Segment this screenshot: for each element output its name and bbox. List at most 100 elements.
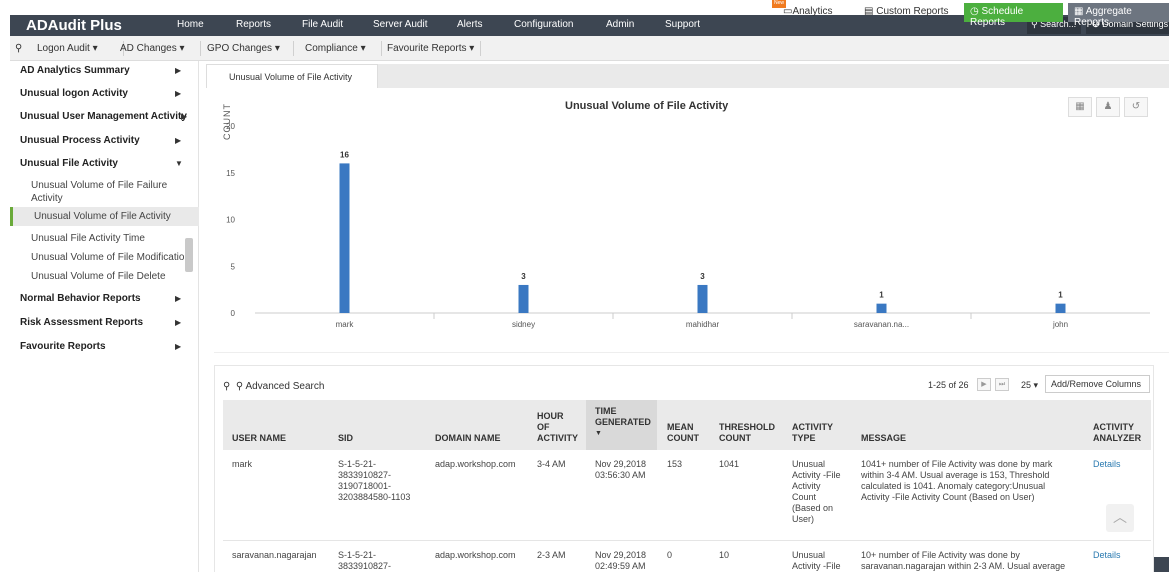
cell-hour: 3-4 AM bbox=[537, 459, 566, 469]
results-table: ⚲ ⚲ Advanced Search 1-25 of 26 ▶ ⏭ 25 ▾ … bbox=[214, 365, 1154, 572]
cell-threshold: 1041 bbox=[719, 459, 740, 469]
nav-server-audit[interactable]: Server Audit bbox=[373, 19, 427, 30]
analytics-button[interactable]: ▭Analytics bbox=[777, 3, 838, 22]
add-to-dashboard-icon[interactable]: ▦ bbox=[1068, 97, 1092, 117]
aggregate-icon: ▦ bbox=[1074, 6, 1084, 17]
sidebar-unusual-user-management[interactable]: Unusual User Management Activity bbox=[20, 111, 190, 122]
sidebar-item-file-delete[interactable]: Unusual Volume of File Delete bbox=[31, 270, 191, 283]
bar bbox=[1055, 303, 1066, 313]
cell-message: 10+ number of File Activity was done by s… bbox=[861, 550, 1066, 571]
pagination-info: 1-25 of 26 bbox=[928, 380, 969, 390]
schedule-reports-button[interactable]: ◷ Schedule Reports bbox=[964, 3, 1063, 28]
next-page-icon[interactable]: ▶ bbox=[977, 378, 991, 391]
sidebar-ad-analytics-summary[interactable]: AD Analytics Summary bbox=[20, 65, 190, 76]
col-message[interactable]: MESSAGE bbox=[861, 433, 906, 444]
data-label: 1 bbox=[1058, 291, 1063, 300]
cell-mean: 0 bbox=[667, 550, 673, 560]
user-chart-icon[interactable]: ♟ bbox=[1096, 97, 1120, 117]
sidebar-item-file-activity-time[interactable]: Unusual File Activity Time bbox=[31, 232, 191, 245]
chevron-right-icon: ▶ bbox=[181, 112, 188, 121]
cell-domain: adap.workshop.com bbox=[435, 550, 516, 560]
cell-time: Nov 29,2018 02:49:59 AM bbox=[595, 550, 647, 571]
x-tick-label: mark bbox=[336, 320, 355, 329]
sidebar-collapse-handle[interactable] bbox=[185, 238, 193, 272]
advanced-search-icon: ⚲ bbox=[235, 381, 244, 392]
corner-widget[interactable] bbox=[1154, 557, 1169, 572]
bar-chart: 0 5 10 15 20 16 mark 3 sidney 3 mahidhar 1 saravanan… bbox=[226, 122, 1150, 329]
nav-alerts[interactable]: Alerts bbox=[457, 19, 483, 30]
cell-time: Nov 29,2018 03:56:30 AM bbox=[595, 459, 647, 480]
sidebar-item-file-modification[interactable]: Unusual Volume of File Modification bbox=[31, 251, 191, 264]
nav-file-audit[interactable]: File Audit bbox=[302, 19, 343, 30]
sidebar-unusual-process-activity[interactable]: Unusual Process Activity bbox=[20, 135, 190, 146]
y-tick-label: 10 bbox=[226, 216, 235, 225]
subnav-favourite-reports[interactable]: Favourite Reports ▾ bbox=[387, 43, 474, 54]
sub-navbar: ⚲ Logon Audit ▾ AD Changes ▾ GPO Changes… bbox=[10, 36, 1169, 61]
y-tick-label: 15 bbox=[226, 169, 235, 178]
custom-reports-button[interactable]: ▤ Custom Reports bbox=[858, 3, 954, 22]
sidebar-unusual-logon-activity[interactable]: Unusual logon Activity bbox=[20, 88, 190, 99]
advanced-search[interactable]: ⚲ ⚲ Advanced Search bbox=[223, 381, 324, 392]
add-remove-columns-button[interactable]: Add/Remove Columns bbox=[1045, 375, 1150, 393]
sidebar-risk-assessment-reports[interactable]: Risk Assessment Reports bbox=[20, 317, 190, 328]
scroll-to-top-button[interactable]: ︿ bbox=[1106, 504, 1134, 532]
x-tick-label: john bbox=[1052, 320, 1068, 329]
quick-search-icon[interactable]: ⚲ bbox=[15, 43, 22, 54]
last-page-icon[interactable]: ⏭ bbox=[995, 378, 1009, 391]
per-page-select[interactable]: 25 ▾ bbox=[1021, 380, 1038, 391]
subnav-gpo-changes[interactable]: GPO Changes ▾ bbox=[207, 43, 280, 54]
col-hour-of-activity[interactable]: HOUR OF ACTIVITY bbox=[537, 411, 578, 444]
table-header: USER NAME SID DOMAIN NAME HOUR OF ACTIVITY… bbox=[223, 400, 1151, 450]
cell-user: saravanan.nagarajan bbox=[232, 550, 317, 560]
y-tick-label: 0 bbox=[231, 309, 236, 318]
chevron-right-icon: ▶ bbox=[175, 89, 182, 98]
data-label: 3 bbox=[700, 272, 705, 281]
col-user-name[interactable]: USER NAME bbox=[232, 433, 286, 444]
details-link[interactable]: Details bbox=[1093, 459, 1121, 470]
sidebar: AD Analytics Summary ▶ Unusual logon Act… bbox=[10, 61, 199, 572]
col-threshold-count[interactable]: THRESHOLD COUNT bbox=[719, 422, 775, 444]
tab-unusual-volume-file-activity[interactable]: Unusual Volume of File Activity bbox=[206, 64, 378, 88]
nav-configuration[interactable]: Configuration bbox=[514, 19, 573, 30]
col-mean-count[interactable]: MEAN COUNT bbox=[667, 422, 699, 444]
sidebar-normal-behavior-reports[interactable]: Normal Behavior Reports bbox=[20, 293, 190, 304]
sidebar-favourite-reports[interactable]: Favourite Reports bbox=[20, 341, 190, 352]
cell-activity-type: Unusual Activity -File bbox=[792, 550, 841, 571]
search-icon[interactable]: ⚲ bbox=[223, 381, 230, 392]
x-tick-label: sidney bbox=[512, 320, 535, 329]
chart-title: Unusual Volume of File Activity bbox=[565, 100, 729, 112]
nav-home[interactable]: Home bbox=[177, 19, 204, 30]
bar bbox=[697, 284, 708, 313]
col-time-generated[interactable]: TIME GENERATED ▼ bbox=[586, 400, 657, 450]
cell-threshold: 10 bbox=[719, 550, 730, 560]
y-tick-label: 20 bbox=[226, 122, 235, 131]
aggregate-reports-button[interactable]: ▦ Aggregate Reports bbox=[1068, 3, 1169, 28]
details-link[interactable]: Details bbox=[1093, 550, 1121, 561]
x-tick-label: mahidhar bbox=[686, 320, 720, 329]
sidebar-item-file-failure[interactable]: Unusual Volume of File Failure Activity bbox=[31, 179, 191, 205]
cell-message: 1041+ number of File Activity was done b… bbox=[861, 459, 1053, 502]
subnav-ad-changes[interactable]: AD Changes ▾ bbox=[120, 43, 185, 54]
chevron-right-icon: ▶ bbox=[175, 318, 182, 327]
sidebar-item-file-activity[interactable]: Unusual Volume of File Activity bbox=[10, 207, 199, 226]
chart-type-icon[interactable]: ↺ bbox=[1124, 97, 1148, 117]
nav-support[interactable]: Support bbox=[665, 19, 700, 30]
x-tick-label: saravanan.na... bbox=[854, 320, 909, 329]
subnav-logon-audit[interactable]: Logon Audit ▾ bbox=[37, 43, 98, 54]
col-activity-type[interactable]: ACTIVITY TYPE bbox=[792, 422, 833, 444]
nav-reports[interactable]: Reports bbox=[236, 19, 271, 30]
cell-hour: 2-3 AM bbox=[537, 550, 566, 560]
subnav-compliance[interactable]: Compliance ▾ bbox=[305, 43, 366, 54]
bar bbox=[518, 284, 529, 313]
cell-user: mark bbox=[232, 459, 252, 469]
chevron-right-icon: ▶ bbox=[175, 342, 182, 351]
chevron-right-icon: ▶ bbox=[175, 136, 182, 145]
col-sid[interactable]: SID bbox=[338, 433, 353, 444]
col-activity-analyzer[interactable]: ACTIVITY ANALYZER bbox=[1093, 422, 1141, 444]
data-label: 3 bbox=[521, 272, 526, 281]
nav-admin[interactable]: Admin bbox=[606, 19, 634, 30]
sidebar-unusual-file-activity[interactable]: Unusual File Activity bbox=[20, 158, 190, 169]
col-domain-name[interactable]: DOMAIN NAME bbox=[435, 433, 501, 444]
data-label: 1 bbox=[879, 291, 884, 300]
app-logo[interactable]: ADAudit Plus bbox=[26, 17, 122, 34]
